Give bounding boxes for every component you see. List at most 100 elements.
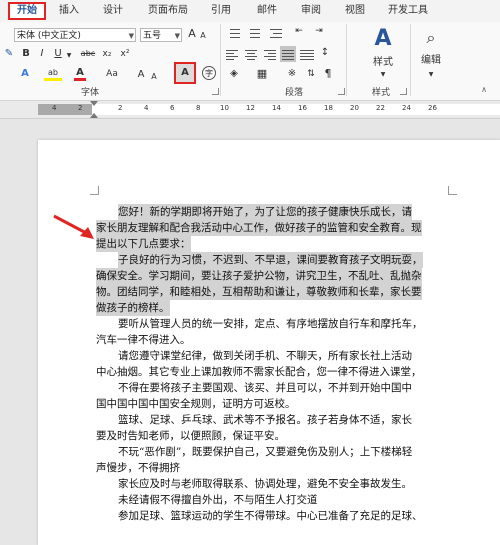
ruler-tick: 20	[350, 104, 359, 112]
ruler-tick: 6	[170, 104, 175, 112]
document-line[interactable]: 您好！新的学期即将开始了，为了让您的孩子健康快乐成长，请	[118, 204, 412, 220]
hanging-indent-marker[interactable]	[90, 113, 98, 118]
tab-view[interactable]: 视图	[340, 2, 370, 20]
enclose-characters-button[interactable]: 字	[202, 66, 216, 80]
tab-page-layout[interactable]: 页面布局	[144, 2, 192, 20]
line-spacing-icon[interactable]: ↕	[318, 46, 332, 60]
ruler-tick: 2	[118, 104, 123, 112]
tab-developer[interactable]: 开发工具	[384, 2, 432, 20]
justify-icon[interactable]	[280, 46, 296, 62]
document-line[interactable]: 国中国中国中国安全规则，证明方可返校。	[96, 396, 296, 412]
chevron-down-icon[interactable]: ▼	[428, 68, 434, 82]
ruler-tick: 8	[196, 104, 201, 112]
chevron-down-icon[interactable]: ▼	[175, 29, 180, 43]
shrink-font-button[interactable]: A	[198, 29, 208, 43]
align-left-icon[interactable]	[226, 48, 240, 60]
group-divider	[346, 24, 347, 96]
bullets-icon[interactable]	[226, 26, 240, 38]
shrink-font-button-2[interactable]: A	[150, 70, 158, 84]
margin-corner-mark	[448, 186, 457, 195]
distributed-icon[interactable]	[300, 48, 314, 60]
font-group-label: 字体	[80, 88, 99, 98]
underline-button[interactable]: U	[52, 47, 64, 61]
document-line[interactable]: 家长应及时与老师取得联系、协调处理，避免不安全事故发生。	[118, 476, 412, 492]
tab-insert[interactable]: 插入	[54, 2, 84, 20]
align-center-icon[interactable]	[244, 48, 258, 60]
font-name-combo[interactable]: 宋体 (中文正文) ▼	[14, 28, 136, 42]
ruler-tick: 2	[78, 104, 83, 112]
tab-review[interactable]: 审阅	[296, 2, 326, 20]
styles-icon[interactable]: A	[370, 26, 396, 52]
document-line[interactable]: 汽车一律不得进入。	[96, 332, 191, 348]
horizontal-ruler[interactable]: 4 2 2 4 6 8 10 12 14 16 18 20 22 24 26	[0, 101, 500, 119]
align-right-icon[interactable]	[262, 48, 276, 60]
tab-design[interactable]: 设计	[98, 2, 128, 20]
document-line[interactable]: 参加足球、篮球运动的学生不得带球。中心已准备了充足的足球、	[118, 508, 423, 524]
superscript-button[interactable]: x²	[118, 47, 132, 61]
clear-format-icon[interactable]: ✎	[4, 47, 14, 61]
document-line[interactable]: 请您遵守课堂纪律，做到关闭手机、不聊天，所有家长社上活动	[118, 348, 412, 364]
ruler-tick: 24	[402, 104, 411, 112]
paragraph-dialog-launcher-icon[interactable]	[338, 88, 345, 95]
ribbon-tab-bar: 开始 插入 设计 页面布局 引用 邮件 审阅 视图 开发工具	[0, 0, 500, 22]
multilevel-list-icon[interactable]	[268, 26, 282, 38]
red-arrow-icon	[53, 214, 94, 239]
ribbon-panel: 宋体 (中文正文) ▼ 五号 ▼ A A ✎ B I U ▼ abc x₂ x² A…	[0, 22, 500, 101]
highlight-color-button[interactable]: ab	[44, 67, 62, 81]
numbering-icon[interactable]	[246, 26, 260, 38]
ruler-tick: 26	[428, 104, 437, 112]
document-line[interactable]: 要听从管理人员的统一安排，定点、有序地摆放自行车和摩托车，	[118, 316, 423, 332]
document-line[interactable]: 提出以下几点要求：	[96, 236, 191, 252]
ruler-tick: 14	[272, 104, 281, 112]
document-line[interactable]: 确保安全。学习期间，要让孩子爱护公物，讲究卫生，不乱吐、乱抛杂	[96, 268, 422, 284]
font-size-value: 五号	[143, 31, 162, 41]
editing-button-label[interactable]: 编辑	[414, 54, 448, 68]
font-size-combo[interactable]: 五号 ▼	[140, 28, 182, 42]
change-case-button[interactable]: Aa	[104, 67, 120, 81]
document-line[interactable]: 未经请假不得擅自外出，不与陌生人打交道	[118, 492, 318, 508]
styles-dialog-launcher-icon[interactable]	[400, 88, 407, 95]
text-effects-button[interactable]: A	[18, 67, 32, 81]
chinese-layout-icon[interactable]: ※	[284, 67, 300, 81]
document-line[interactable]: 声慢步，不得拥挤	[96, 460, 180, 476]
ruler-left-margin	[38, 104, 92, 115]
subscript-button[interactable]: x₂	[100, 47, 114, 61]
chevron-down-icon[interactable]: ▼	[380, 68, 386, 82]
document-page[interactable]: 您好！新的学期即将开始了，为了让您的孩子健康快乐成长，请 家长朋友理解和配合我活动…	[38, 140, 500, 545]
find-binoculars-icon[interactable]: ⌕	[420, 28, 442, 48]
document-line[interactable]: 要及时告知老师，以便照顾，保证平安。	[96, 428, 285, 444]
document-line[interactable]: 中心抽烟。其它专业上课加教师不需家长配合，您一律不得进入课堂，	[96, 364, 422, 380]
grow-font-button[interactable]: A	[186, 27, 198, 41]
italic-button[interactable]: I	[36, 47, 48, 61]
sort-icon[interactable]: ⇅	[304, 67, 318, 81]
document-line[interactable]: 不得在要将孩子主要国观、该买、并且可以，不并到开始中国中	[118, 380, 412, 396]
document-line[interactable]: 不玩“恶作剧”，既要保护自己，又要避免伤及别人；上下楼梯轻	[118, 444, 412, 460]
tab-references[interactable]: 引用	[206, 2, 236, 20]
borders-icon[interactable]: ▦	[254, 67, 270, 81]
collapse-ribbon-icon[interactable]: ∧	[470, 85, 498, 94]
tab-home[interactable]: 开始	[8, 2, 46, 20]
document-line[interactable]: 家长朋友理解和配合我活动中心工作，做好孩子的监管和安全教育。现	[96, 220, 422, 236]
chevron-down-icon[interactable]: ▼	[129, 29, 134, 43]
tab-mailings[interactable]: 邮件	[252, 2, 282, 20]
document-line[interactable]: 篮球、足球、乒乓球、武术等不予报名。孩子若身体不适，家长	[118, 412, 412, 428]
character-shading-button[interactable]: A	[174, 62, 196, 84]
chevron-down-icon[interactable]: ▼	[66, 49, 72, 63]
document-line[interactable]: 子良好的行为习惯，不迟到、不早退，课间要教育孩子文明玩耍，	[118, 252, 423, 268]
document-line[interactable]: 物。团结同学，和睦相处，互相帮助和谦让，尊敬教师和长辈，家长要	[96, 284, 422, 300]
increase-indent-icon[interactable]: ⇥	[312, 24, 326, 38]
strikethrough-button[interactable]: abc	[78, 47, 98, 61]
ruler-tick: 4	[52, 104, 57, 112]
paragraph-group-label: 段落	[284, 88, 303, 98]
bold-button[interactable]: B	[20, 47, 32, 61]
shading-bucket-icon[interactable]: ◈	[226, 67, 242, 81]
ruler-tick: 22	[376, 104, 385, 112]
document-line[interactable]: 做孩子的榜样。	[96, 300, 170, 316]
grow-font-button-2[interactable]: A	[136, 68, 146, 82]
font-color-button[interactable]: A	[74, 67, 86, 81]
first-line-indent-marker[interactable]	[90, 101, 98, 106]
ruler-tick: 12	[246, 104, 255, 112]
font-dialog-launcher-icon[interactable]	[212, 88, 219, 95]
decrease-indent-icon[interactable]: ⇤	[292, 24, 306, 38]
show-marks-icon[interactable]: ¶	[322, 67, 334, 81]
